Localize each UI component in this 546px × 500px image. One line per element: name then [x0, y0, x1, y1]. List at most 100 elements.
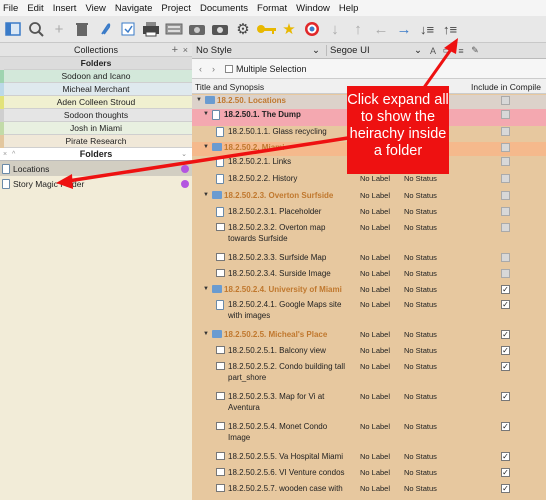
include-in-compile-checkbox[interactable]: ✓ [501, 362, 510, 371]
label-cell[interactable]: No Label [360, 191, 390, 200]
paperclip-icon[interactable] [95, 19, 115, 39]
style-select[interactable]: No Style ⌄ [192, 45, 326, 56]
status-cell[interactable]: No Status [404, 300, 437, 309]
include-in-compile-checkbox[interactable] [501, 191, 510, 200]
arrow-up-icon[interactable]: ↑ [348, 19, 368, 39]
print-icon[interactable] [141, 19, 161, 39]
outline-row[interactable]: ▼ 18.2.50.2.5. Micheal's Place No Label No … [192, 329, 546, 345]
label-cell[interactable]: No Label [360, 484, 390, 493]
column-title[interactable]: Title and Synopsis [195, 82, 264, 92]
collection-item[interactable]: Josh in Miami [0, 122, 192, 135]
collection-item[interactable]: Micheal Merchant [0, 83, 192, 96]
outline-row[interactable]: 18.2.50.2.5.1. Balcony view No Label No St… [192, 345, 546, 361]
trash-icon[interactable] [72, 19, 92, 39]
column-compile[interactable]: Include in Compile [471, 82, 541, 92]
label-cell[interactable]: No Label [360, 468, 390, 477]
include-in-compile-checkbox[interactable] [501, 253, 510, 262]
target-icon[interactable] [302, 19, 322, 39]
disclosure-triangle-icon[interactable]: ▼ [203, 111, 209, 117]
include-in-compile-checkbox[interactable]: ✓ [501, 300, 510, 309]
status-cell[interactable]: No Status [404, 422, 437, 431]
text-color-icon[interactable]: A [426, 46, 440, 56]
status-cell[interactable]: No Status [404, 346, 437, 355]
label-cell[interactable]: No Label [360, 362, 390, 371]
outline-row[interactable]: 18.2.50.2.5.4. Monet Condo Image No Label N… [192, 421, 546, 451]
binder-item[interactable]: Locations [0, 161, 192, 176]
chevron-down-icon[interactable]: ⌄ [181, 150, 187, 158]
collection-item[interactable]: Aden Colleen Stroud [0, 96, 192, 109]
collection-item[interactable]: Sodoon and Icano [0, 70, 192, 83]
menu-item[interactable]: Navigate [115, 3, 153, 14]
key-icon[interactable] [256, 19, 276, 39]
label-cell[interactable]: No Label [360, 422, 390, 431]
disclosure-triangle-icon[interactable]: ▼ [203, 331, 209, 337]
disclosure-triangle-icon[interactable]: ▼ [203, 192, 209, 198]
edit-icon[interactable]: ✎ [468, 45, 482, 56]
label-cell[interactable]: No Label [360, 346, 390, 355]
include-in-compile-checkbox[interactable] [501, 207, 510, 216]
layout-icon[interactable] [3, 19, 23, 39]
status-cell[interactable]: No Status [404, 223, 437, 232]
outline-row[interactable]: 18.2.50.2.4.1. Google Maps site with imag… [192, 299, 546, 329]
include-in-compile-checkbox[interactable]: ✓ [501, 346, 510, 355]
include-in-compile-checkbox[interactable]: ✓ [501, 285, 510, 294]
label-cell[interactable]: No Label [360, 174, 390, 183]
menu-item[interactable]: Edit [27, 3, 43, 14]
include-in-compile-checkbox[interactable]: ✓ [501, 422, 510, 431]
include-in-compile-checkbox[interactable] [501, 110, 510, 119]
status-cell[interactable]: No Status [404, 191, 437, 200]
outline-row[interactable]: ▼ 18.2.50.2.3. Overton Surfside No Label No… [192, 190, 546, 206]
outline-row[interactable]: 18.2.50.2.5.7. wooden case with No Label N… [192, 483, 546, 499]
status-cell[interactable]: No Status [404, 468, 437, 477]
include-in-compile-checkbox[interactable] [501, 143, 510, 152]
add-collection-icon[interactable]: + [172, 44, 178, 56]
compile-icon[interactable] [118, 19, 138, 39]
include-in-compile-checkbox[interactable] [501, 157, 510, 166]
binder-item[interactable]: Story Magic Folder [0, 176, 192, 191]
arrow-left-icon[interactable]: ← [371, 19, 391, 39]
include-in-compile-checkbox[interactable] [501, 223, 510, 232]
back-icon[interactable]: ‹ [199, 64, 202, 74]
arrow-right-icon[interactable]: → [394, 19, 414, 39]
gear-icon[interactable]: ⚙ [233, 19, 253, 39]
outline-row[interactable]: 18.2.50.2.2. History No Label No Status [192, 173, 546, 190]
status-cell[interactable]: No Status [404, 207, 437, 216]
label-cell[interactable]: No Label [360, 300, 390, 309]
status-cell[interactable]: No Status [404, 392, 437, 401]
outline-row[interactable]: 18.2.50.2.3.3. Surfside Map No Label No St… [192, 252, 546, 268]
menu-item[interactable]: Insert [53, 3, 77, 14]
close-collection-icon[interactable]: × [3, 151, 7, 158]
include-in-compile-checkbox[interactable]: ✓ [501, 452, 510, 461]
collection-item[interactable]: Pirate Research [0, 135, 192, 148]
snapshot-icon[interactable] [187, 19, 207, 39]
include-in-compile-checkbox[interactable]: ✓ [501, 330, 510, 339]
outline-row[interactable]: 18.2.50.2.5.3. Map for Vi at Aventura No L… [192, 391, 546, 421]
include-in-compile-checkbox[interactable] [501, 269, 510, 278]
status-cell[interactable]: No Status [404, 452, 437, 461]
multiple-selection-checkbox[interactable] [225, 64, 233, 73]
menu-item[interactable]: Format [257, 3, 287, 14]
include-in-compile-checkbox[interactable] [501, 174, 510, 183]
label-cell[interactable]: No Label [360, 223, 390, 232]
close-icon[interactable]: × [183, 45, 188, 55]
label-cell[interactable]: No Label [360, 207, 390, 216]
disclosure-triangle-icon[interactable]: ▼ [203, 286, 209, 292]
outline-row[interactable]: ▼ 18.2.50.2.4. University of Miami No Labe… [192, 284, 546, 299]
outline-row[interactable]: 18.2.50.2.3.2. Overton map towards Surfsi… [192, 222, 546, 252]
status-cell[interactable]: No Status [404, 253, 437, 262]
star-icon[interactable]: ★ [279, 19, 299, 39]
status-cell[interactable]: No Status [404, 362, 437, 371]
highlight-icon[interactable]: ▭ [440, 45, 454, 56]
status-cell[interactable]: No Status [404, 285, 437, 294]
status-cell[interactable]: No Status [404, 269, 437, 278]
label-cell[interactable]: No Label [360, 452, 390, 461]
label-cell[interactable]: No Label [360, 253, 390, 262]
arrow-down-icon[interactable]: ↓ [325, 19, 345, 39]
include-in-compile-checkbox[interactable] [501, 127, 510, 136]
include-in-compile-checkbox[interactable] [501, 96, 510, 105]
label-cell[interactable]: No Label [360, 330, 390, 339]
menu-item[interactable]: View [85, 3, 105, 14]
label-cell[interactable]: No Label [360, 285, 390, 294]
disclosure-triangle-icon[interactable]: ▼ [196, 97, 202, 103]
align-icon[interactable]: ≡ [454, 46, 468, 56]
